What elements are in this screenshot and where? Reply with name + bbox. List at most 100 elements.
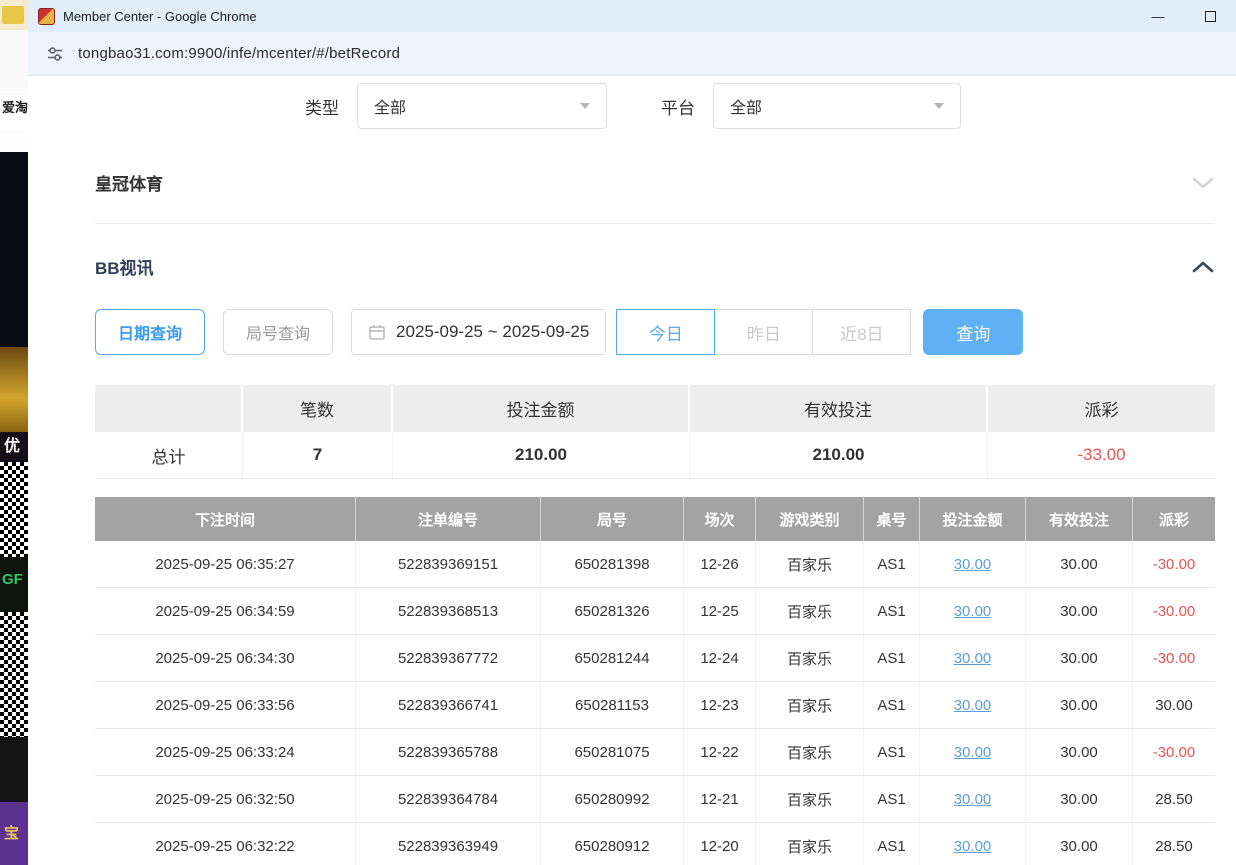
col-header-valid-bet: 有效投注 [1026, 497, 1133, 541]
site-favicon [38, 8, 55, 25]
window-title: Member Center - Google Chrome [63, 9, 257, 24]
cell-table-no: AS1 [864, 729, 920, 775]
bet-amount-link[interactable]: 30.00 [954, 791, 992, 808]
chevron-down-icon [934, 103, 944, 109]
cell-game-type: 百家乐 [756, 635, 864, 681]
cell-bet-time: 2025-09-25 06:32:22 [95, 823, 356, 865]
bet-table-header: 下注时间 注单编号 局号 场次 游戏类别 桌号 投注金额 有效投注 派彩 [95, 497, 1215, 541]
chevron-down-icon [580, 103, 590, 109]
date-range-picker[interactable]: 2025-09-25 ~ 2025-09-25 [351, 309, 606, 355]
cell-bet-time: 2025-09-25 06:32:50 [95, 776, 356, 822]
maximize-button[interactable] [1184, 0, 1236, 32]
section-title-bb-video: BB视讯 [95, 254, 154, 279]
cell-round-no: 650281326 [541, 588, 684, 634]
background-text-aitao: 爱淘 [0, 95, 28, 130]
cell-order-no: 522839368513 [356, 588, 541, 634]
cell-round-no: 650281153 [541, 682, 684, 728]
background-text-gf: GF [0, 557, 28, 612]
cell-valid-bet: 30.00 [1026, 823, 1133, 865]
date-query-button[interactable]: 日期查询 [95, 309, 205, 355]
platform-select-value: 全部 [730, 94, 762, 118]
cell-round-no: 650281398 [541, 541, 684, 587]
summary-total-label: 总计 [95, 432, 243, 478]
section-bb-video[interactable]: BB视讯 [95, 254, 1215, 279]
minimize-button[interactable]: — [1132, 0, 1184, 32]
platform-select[interactable]: 全部 [713, 83, 961, 129]
cell-table-no: AS1 [864, 682, 920, 728]
browser-window: Member Center - Google Chrome — tongbao3… [28, 0, 1236, 865]
cell-session: 12-23 [684, 682, 756, 728]
summary-valid-bet-value: 210.00 [690, 432, 988, 478]
cell-valid-bet: 30.00 [1026, 541, 1133, 587]
search-button[interactable]: 查询 [923, 309, 1023, 355]
cell-game-type: 百家乐 [756, 541, 864, 587]
cell-table-no: AS1 [864, 823, 920, 865]
cell-session: 12-21 [684, 776, 756, 822]
table-row: 2025-09-25 06:33:56 522839366741 6502811… [95, 682, 1215, 729]
summary-table: 笔数 投注金额 有效投注 派彩 总计 7 210.00 210.00 -33.0… [95, 385, 1215, 479]
calendar-icon [368, 323, 386, 341]
cell-game-type: 百家乐 [756, 682, 864, 728]
col-header-order-no: 注单编号 [356, 497, 541, 541]
summary-header-bet-amount: 投注金额 [393, 385, 690, 432]
chevron-up-icon[interactable] [1191, 260, 1215, 274]
table-row: 2025-09-25 06:32:22 522839363949 6502809… [95, 823, 1215, 865]
cell-valid-bet: 30.00 [1026, 588, 1133, 634]
col-header-bet-amount: 投注金额 [920, 497, 1026, 541]
cell-bet-time: 2025-09-25 06:34:59 [95, 588, 356, 634]
bet-amount-link[interactable]: 30.00 [954, 556, 992, 573]
cell-game-type: 百家乐 [756, 776, 864, 822]
summary-header-valid-bet: 有效投注 [690, 385, 988, 432]
background-folder-icon [0, 0, 28, 30]
cell-payout: -30.00 [1133, 635, 1215, 681]
table-row: 2025-09-25 06:34:59 522839368513 6502813… [95, 588, 1215, 635]
site-settings-icon[interactable] [46, 45, 64, 63]
cell-payout: -30.00 [1133, 588, 1215, 634]
table-row: 2025-09-25 06:33:24 522839365788 6502810… [95, 729, 1215, 776]
window-title-bar: Member Center - Google Chrome — [28, 0, 1236, 32]
maximize-icon [1205, 11, 1216, 22]
section-title-crown-sports: 皇冠体育 [95, 170, 163, 195]
background-text-you: 优 [0, 432, 28, 462]
col-header-payout: 派彩 [1133, 497, 1215, 541]
cell-round-no: 650281244 [541, 635, 684, 681]
round-query-button[interactable]: 局号查询 [223, 309, 333, 355]
bet-amount-link[interactable]: 30.00 [954, 650, 992, 667]
cell-order-no: 522839364784 [356, 776, 541, 822]
cell-game-type: 百家乐 [756, 729, 864, 775]
type-select-value: 全部 [374, 94, 406, 118]
table-row: 2025-09-25 06:35:27 522839369151 6502813… [95, 541, 1215, 588]
url-text[interactable]: tongbao31.com:9900/infe/mcenter/#/betRec… [78, 45, 400, 62]
cell-round-no: 650280912 [541, 823, 684, 865]
yesterday-button[interactable]: 昨日 [714, 309, 813, 355]
browser-address-bar[interactable]: tongbao31.com:9900/infe/mcenter/#/betRec… [28, 32, 1236, 76]
chevron-down-icon[interactable] [1191, 176, 1215, 190]
cell-payout: 28.50 [1133, 823, 1215, 865]
background-qr-code [0, 462, 28, 557]
cell-session: 12-25 [684, 588, 756, 634]
bet-record-page: 类型 全部 平台 全部 皇冠体育 BB视讯 [28, 76, 1236, 865]
section-divider [95, 223, 1215, 224]
cell-payout: -30.00 [1133, 541, 1215, 587]
background-qr-code [0, 612, 28, 737]
platform-filter-label: 平台 [661, 94, 695, 119]
cell-round-no: 650281075 [541, 729, 684, 775]
bet-amount-link[interactable]: 30.00 [954, 603, 992, 620]
cell-bet-time: 2025-09-25 06:33:24 [95, 729, 356, 775]
bet-amount-link[interactable]: 30.00 [954, 838, 992, 855]
col-header-bet-time: 下注时间 [95, 497, 356, 541]
bet-amount-link[interactable]: 30.00 [954, 744, 992, 761]
last-8-days-button[interactable]: 近8日 [812, 309, 911, 355]
summary-header-payout: 派彩 [988, 385, 1215, 432]
col-header-table-no: 桌号 [864, 497, 920, 541]
bet-record-table: 下注时间 注单编号 局号 场次 游戏类别 桌号 投注金额 有效投注 派彩 202… [95, 497, 1215, 865]
type-select[interactable]: 全部 [357, 83, 607, 129]
cell-game-type: 百家乐 [756, 588, 864, 634]
col-header-round-no: 局号 [541, 497, 684, 541]
cell-order-no: 522839367772 [356, 635, 541, 681]
section-crown-sports[interactable]: 皇冠体育 [95, 170, 1215, 195]
summary-payout-value: -33.00 [988, 432, 1215, 478]
bet-amount-link[interactable]: 30.00 [954, 697, 992, 714]
today-button[interactable]: 今日 [616, 309, 715, 355]
col-header-game-type: 游戏类别 [756, 497, 864, 541]
